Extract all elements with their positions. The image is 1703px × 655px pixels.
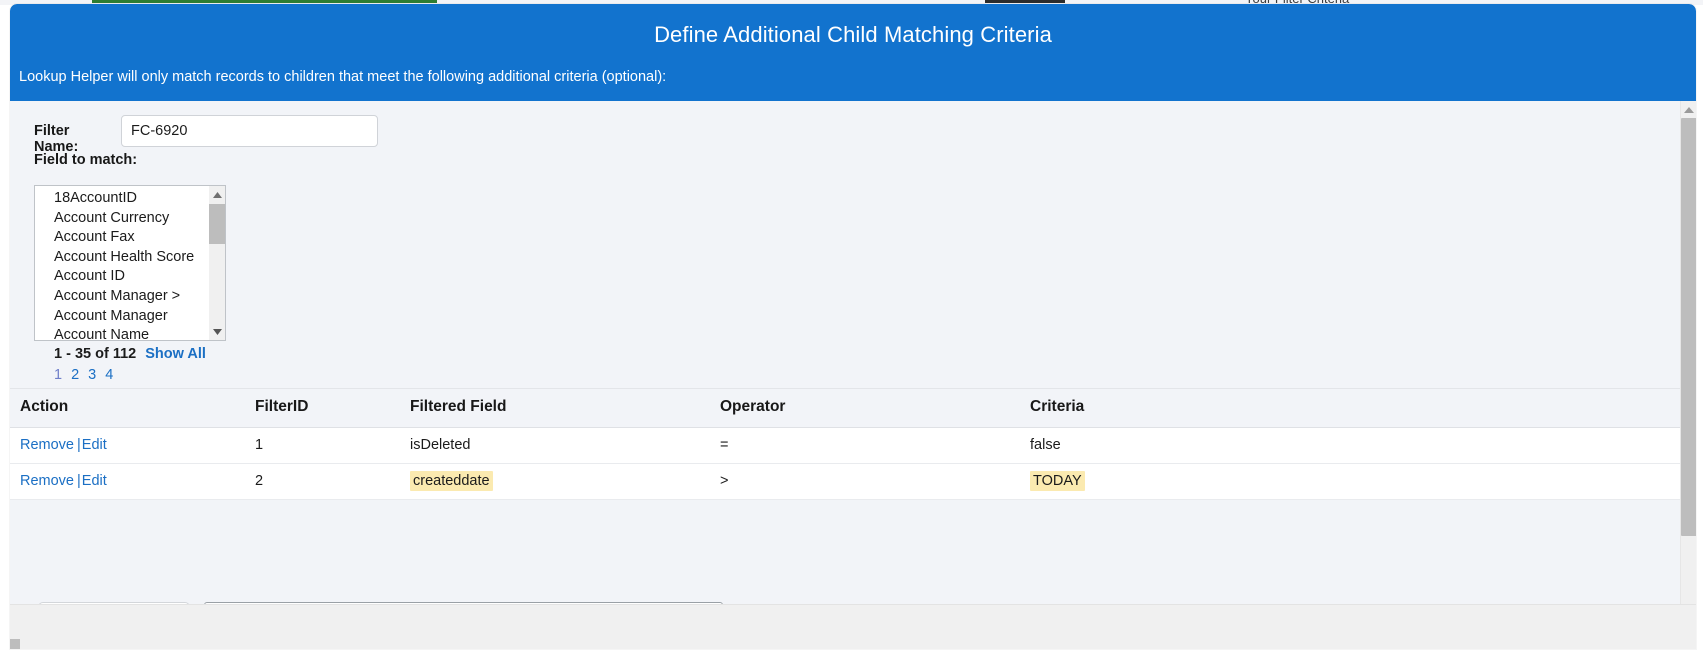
list-item[interactable]: Account ID [35, 267, 211, 287]
field-to-match-label: Field to match: [34, 152, 138, 168]
scroll-up-arrow-icon[interactable] [209, 186, 225, 203]
field-to-match-listbox[interactable]: 18AccountID Account Currency Account Fax… [34, 185, 226, 341]
body-scroll-viewport: Filter Name: Field to match: 18AccountID… [10, 101, 1680, 649]
cell-criteria: false [1030, 427, 1680, 464]
action-separator: | [77, 437, 81, 453]
column-header-criteria: Criteria [1030, 388, 1680, 428]
list-item[interactable]: 18AccountID [35, 189, 211, 209]
show-all-link[interactable]: Show All [145, 346, 206, 362]
list-item[interactable]: Account Currency [35, 209, 211, 229]
table-row: Remove |Edit 2 createddate > TODAY [10, 463, 1680, 500]
dialog-subtitle: Lookup Helper will only match records to… [19, 69, 667, 85]
dialog-header: Define Additional Child Matching Criteri… [10, 4, 1696, 101]
criteria-table: Action FilterID Filtered Field Operator … [10, 388, 1680, 500]
pagination-summary: 1 - 35 of 112 Show All [54, 346, 206, 362]
list-item[interactable]: Account Fax [35, 228, 211, 248]
page-link-1[interactable]: 1 [54, 367, 62, 383]
filtered-field-value: isDeleted [410, 437, 471, 453]
table-header-row: Action FilterID Filtered Field Operator … [10, 388, 1680, 428]
table-row: Remove |Edit 1 isDeleted = false [10, 427, 1680, 464]
cell-operator: = [720, 427, 1030, 464]
row-actions: Remove |Edit [10, 427, 255, 464]
dialog-body: Filter Name: Field to match: 18AccountID… [10, 101, 1696, 649]
filter-name-input[interactable] [121, 115, 378, 147]
column-header-filtered-field: Filtered Field [410, 388, 720, 428]
cell-filterid: 2 [255, 463, 410, 500]
dialog-footer [10, 604, 1696, 649]
horizontal-scroll-thumb-cap[interactable] [10, 639, 20, 649]
edit-link[interactable]: Edit [82, 437, 107, 453]
list-item[interactable]: Account Name [35, 326, 211, 340]
pagination-pages: 1234 [54, 367, 122, 383]
remove-link[interactable]: Remove [20, 473, 74, 489]
action-separator: | [77, 473, 81, 489]
cell-operator: > [720, 463, 1030, 500]
page-link-4[interactable]: 4 [105, 367, 113, 383]
criteria-value: TODAY [1030, 471, 1085, 491]
column-header-operator: Operator [720, 388, 1030, 428]
field-list-items: 18AccountID Account Currency Account Fax… [35, 186, 211, 340]
sliver-dark-bar [985, 0, 1065, 3]
column-header-action: Action [10, 388, 255, 428]
listbox-scroll-thumb[interactable] [209, 204, 225, 244]
criteria-table-head: Action FilterID Filtered Field Operator … [10, 388, 1680, 428]
define-criteria-dialog: Define Additional Child Matching Criteri… [10, 4, 1696, 649]
scroll-down-arrow-icon[interactable] [209, 323, 225, 340]
pagination-range: 1 - 35 of 112 [54, 346, 137, 362]
filter-name-label: Filter Name: [34, 123, 79, 155]
page-link-2[interactable]: 2 [71, 367, 79, 383]
cell-filtered-field: createddate [410, 463, 720, 500]
scroll-up-arrow-icon[interactable] [1681, 101, 1696, 118]
dialog-title: Define Additional Child Matching Criteri… [654, 22, 1052, 47]
list-item[interactable]: Account Manager [35, 307, 211, 327]
listbox-scrollbar[interactable] [209, 186, 225, 340]
cell-criteria: TODAY [1030, 463, 1680, 500]
list-item[interactable]: Account Health Score [35, 248, 211, 268]
sliver-green-bar [92, 0, 437, 3]
edit-link[interactable]: Edit [82, 473, 107, 489]
page-link-3[interactable]: 3 [88, 367, 96, 383]
remove-link[interactable]: Remove [20, 437, 74, 453]
criteria-table-body: Remove |Edit 1 isDeleted = false Remove |E… [10, 427, 1680, 500]
column-header-filterid: FilterID [255, 388, 410, 428]
cell-filtered-field: isDeleted [410, 427, 720, 464]
vertical-scroll-thumb[interactable] [1681, 118, 1696, 536]
list-item[interactable]: Account Manager > [35, 287, 211, 307]
filtered-field-value: createddate [410, 471, 493, 491]
row-actions: Remove |Edit [10, 463, 255, 500]
cell-filterid: 1 [255, 427, 410, 464]
app-root: Your Filter Criteria Define Additional C… [0, 0, 1703, 655]
dialog-vertical-scrollbar[interactable] [1680, 101, 1696, 649]
criteria-value: false [1030, 437, 1061, 453]
